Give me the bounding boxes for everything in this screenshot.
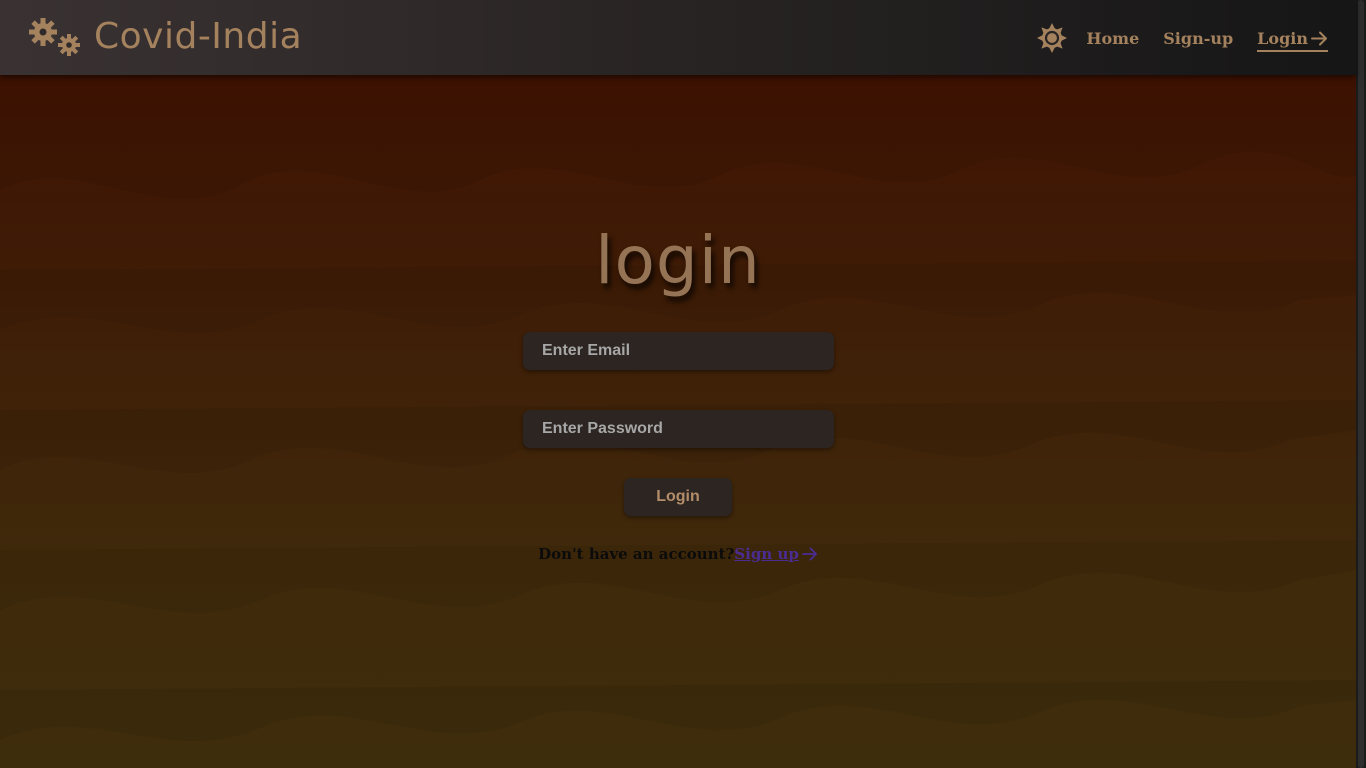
nav-login-label: Login xyxy=(1257,28,1308,48)
signup-link[interactable]: Sign up xyxy=(734,545,818,563)
brand[interactable]: Covid-India xyxy=(28,12,302,62)
gears-icon xyxy=(29,18,80,56)
signup-link-label: Sign up xyxy=(734,545,799,563)
scrollbar-thumb[interactable] xyxy=(1358,0,1364,768)
signup-prompt: Don't have an account? Sign up xyxy=(0,545,1356,563)
login-form: login Login Don't have an account?Sign u… xyxy=(0,0,1356,768)
brand-name: Covid-India xyxy=(94,16,303,57)
password-field[interactable] xyxy=(523,410,834,448)
vertical-scrollbar[interactable] xyxy=(1356,0,1366,768)
nav-signup-label: Sign-up xyxy=(1163,28,1234,48)
nav-login-link[interactable]: Login xyxy=(1257,29,1328,52)
nav-home-link[interactable]: Home xyxy=(1086,29,1139,48)
email-field[interactable] xyxy=(523,332,834,370)
login-button[interactable]: Login xyxy=(624,478,732,516)
sun-icon[interactable] xyxy=(1036,22,1068,54)
top-navbar: Covid-India Home Sign-up Login xyxy=(0,0,1356,75)
nav-signup-link[interactable]: Sign-up xyxy=(1163,29,1233,48)
arrow-right-icon xyxy=(801,547,817,561)
no-account-text: Don't have an account? xyxy=(538,545,735,563)
nav-home-label: Home xyxy=(1086,28,1140,48)
login-title: login xyxy=(595,222,761,299)
nav-menu: Home Sign-up Login xyxy=(1036,20,1328,56)
arrow-right-icon xyxy=(1311,31,1327,45)
